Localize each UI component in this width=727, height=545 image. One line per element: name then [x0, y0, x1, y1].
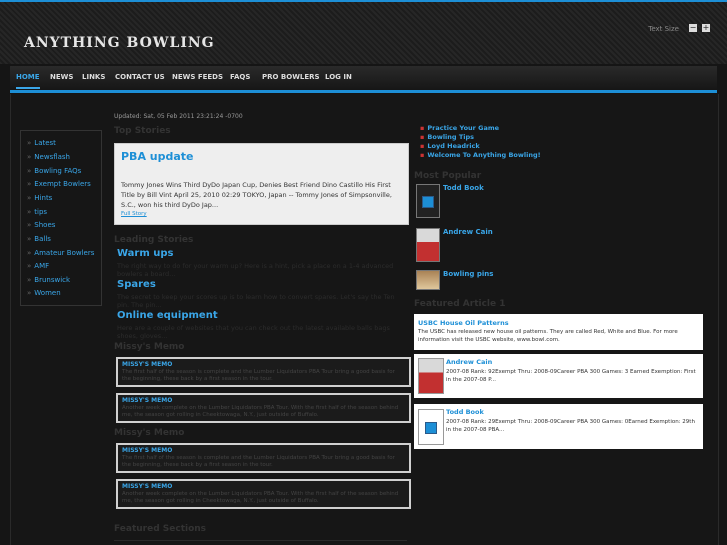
bowler-card: Andrew Cain 2007-08 Rank: 92Exempt Thru:… [414, 354, 703, 398]
bowling-pins-photo-icon [416, 270, 440, 290]
pba-update-box: PBA update Tommy Jones Wins Third DyDo J… [114, 143, 409, 225]
sidebar-item-balls[interactable]: » Balls [27, 235, 51, 243]
memo-item[interactable]: MISSY'S MEMO Another week complete on th… [116, 393, 411, 423]
usbc-title[interactable]: USBC House Oil Patterns [418, 319, 509, 327]
pba-update-body: Tommy Jones Wins Third DyDo Japan Cup, D… [121, 181, 392, 209]
sidebar-item-newsflash[interactable]: » Newsflash [27, 153, 70, 161]
nav-news-feeds[interactable]: NEWS FEEDS [172, 73, 223, 81]
text-size-increase-button[interactable]: + [702, 24, 710, 32]
full-story-link[interactable]: Full Story [121, 211, 147, 217]
text-size-label: Text Size [648, 25, 679, 33]
pba-update-title[interactable]: PBA update [121, 150, 194, 163]
most-popular-heading: Most Popular [414, 171, 482, 181]
site-logo[interactable]: ANYTHING BOWLING [24, 35, 215, 51]
sidebar-menu: » Latest » Newsflash » Bowling FAQs » Exempt… [20, 130, 102, 306]
memo-desc: The first half of the season is complete… [122, 369, 395, 382]
text-size-decrease-button[interactable]: − [689, 24, 697, 32]
nav-home[interactable]: HOME [16, 73, 40, 89]
leading-story-desc: The right way to do for your warm up? He… [117, 262, 394, 278]
memo-desc: The first half of the season is complete… [122, 455, 395, 468]
sidebar-item-shoes[interactable]: » Shoes [27, 221, 55, 229]
featured-sections-heading: Featured Sections [114, 524, 207, 534]
right-link-bowling-tips[interactable]: ▪ Bowling Tips [420, 133, 474, 141]
top-stories-heading: Top Stories [114, 126, 171, 136]
doc-icon [416, 184, 440, 218]
right-link-loyd-headrick[interactable]: ▪ Loyd Headrick [420, 142, 480, 150]
updated-timestamp: Updated: Sat, 05 Feb 2011 23:21:24 -0700 [114, 113, 243, 120]
memo-item[interactable]: MISSY'S MEMO Another week complete on th… [116, 479, 411, 509]
sidebar-item-amf[interactable]: » AMF [27, 262, 49, 270]
nav-links[interactable]: LINKS [82, 73, 105, 81]
leading-story-title[interactable]: Online equipment [117, 310, 218, 321]
popular-item-name[interactable]: Bowling pins [443, 270, 493, 278]
sidebar-item-women[interactable]: » Women [27, 289, 61, 297]
sidebar-item-hints[interactable]: » Hints [27, 194, 52, 202]
memo-title[interactable]: MISSY'S MEMO [122, 397, 172, 404]
leading-story-title[interactable]: Spares [117, 279, 156, 290]
usbc-desc: The USBC has released new house oil patt… [418, 329, 678, 343]
sidebar-item-exempt-bowlers[interactable]: » Exempt Bowlers [27, 180, 91, 188]
leading-story-title[interactable]: Warm ups [117, 248, 173, 259]
nav-faqs[interactable]: FAQS [230, 73, 250, 81]
missys-memo-heading: Missy's Memo [114, 428, 185, 438]
leading-stories-heading: Leading Stories [114, 235, 194, 245]
sidebar-item-amateur-bowlers[interactable]: » Amateur Bowlers [27, 249, 94, 257]
right-link-welcome[interactable]: ▪ Welcome To Anything Bowling! [420, 151, 541, 159]
person-photo-icon [418, 358, 444, 394]
leading-story-desc: Here are a couple of websites that you c… [117, 324, 390, 340]
nav-news[interactable]: NEWS [50, 73, 73, 81]
nav-contact-us[interactable]: CONTACT US [115, 73, 165, 81]
usbc-article: USBC House Oil Patterns The USBC has rel… [414, 314, 703, 350]
bowler-name[interactable]: Todd Book [446, 408, 484, 416]
memo-item[interactable]: MISSY'S MEMO The first half of the seaso… [116, 443, 411, 473]
leading-story-warm-ups: Warm ups The right way to do for your wa… [117, 248, 393, 278]
missys-memo-heading: Missy's Memo [114, 342, 185, 352]
sidebar-item-bowling-faqs[interactable]: » Bowling FAQs [27, 167, 81, 175]
popular-item-name[interactable]: Todd Book [443, 184, 484, 192]
divider [114, 540, 407, 541]
memo-title[interactable]: MISSY'S MEMO [122, 361, 172, 368]
bowler-name[interactable]: Andrew Cain [446, 358, 492, 366]
leading-story-desc: The secret to keep your scores up is to … [117, 293, 395, 309]
nav-pro-bowlers[interactable]: PRO BOWLERS [262, 73, 320, 81]
right-link-practice[interactable]: ▪ Practice Your Game [420, 124, 499, 132]
sidebar-item-tips[interactable]: » tips [27, 208, 47, 216]
memo-desc: Another week complete on the Lumber Liqu… [122, 405, 399, 418]
nav-log-in[interactable]: LOG IN [325, 73, 352, 81]
leading-story-online-equipment: Online equipment Here are a couple of we… [117, 310, 390, 340]
memo-desc: Another week complete on the Lumber Liqu… [122, 491, 399, 504]
featured-article-heading: Featured Article 1 [414, 299, 506, 309]
bowler-stats: 2007-08 Rank: 29Exempt Thru: 2008-09Care… [446, 419, 695, 433]
main-nav: HOME NEWS LINKS CONTACT US NEWS FEEDS FA… [10, 66, 717, 93]
popular-item-name[interactable]: Andrew Cain [443, 228, 493, 236]
doc-icon [418, 409, 444, 445]
bowler-card: Todd Book 2007-08 Rank: 29Exempt Thru: 2… [414, 404, 703, 449]
memo-item[interactable]: MISSY'S MEMO The first half of the seaso… [116, 357, 411, 387]
memo-title[interactable]: MISSY'S MEMO [122, 447, 172, 454]
sidebar-item-brunswick[interactable]: » Brunswick [27, 276, 70, 284]
bowler-stats: 2007-08 Rank: 92Exempt Thru: 2008-09Care… [446, 369, 696, 383]
person-photo-icon [416, 228, 440, 262]
sidebar-item-latest[interactable]: » Latest [27, 139, 56, 147]
memo-title[interactable]: MISSY'S MEMO [122, 483, 172, 490]
leading-story-spares: Spares The secret to keep your scores up… [117, 279, 395, 309]
site-header: ANYTHING BOWLING Text Size − + [0, 2, 727, 64]
